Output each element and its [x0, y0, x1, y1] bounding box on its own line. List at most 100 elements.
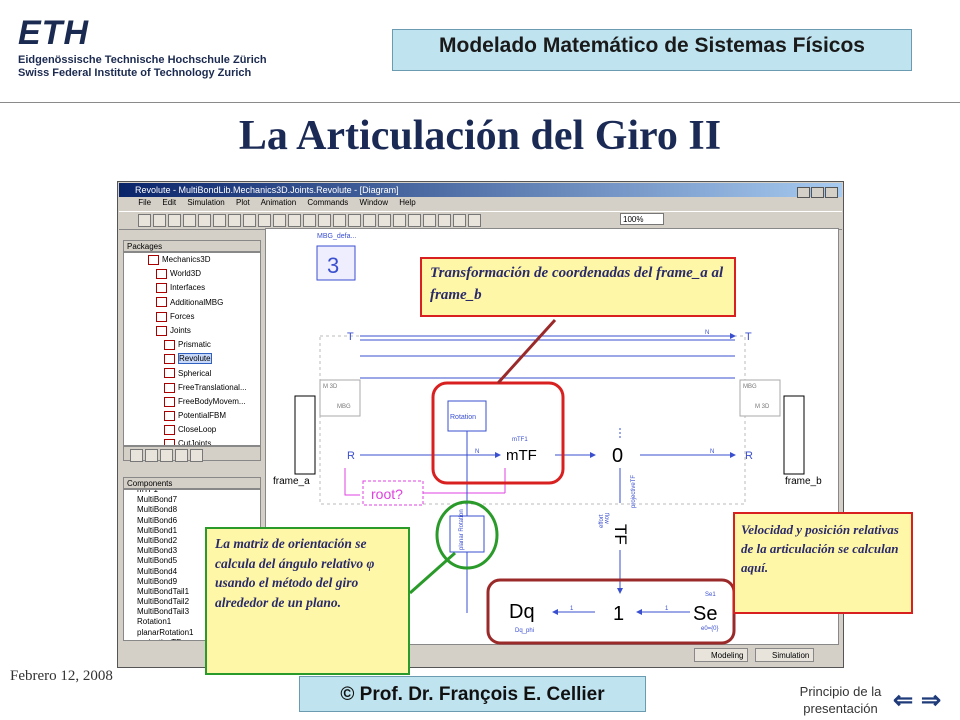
nav-back-arrow[interactable]: ⇐ [893, 686, 913, 715]
package-icon [156, 297, 167, 308]
institution-line-1: Eidgenössische Technische Hochschule Zür… [18, 54, 267, 66]
ellipse-icon[interactable] [258, 214, 272, 227]
line-color-icon[interactable] [318, 214, 332, 227]
close-icon[interactable] [825, 187, 838, 198]
svg-text:N: N [475, 449, 479, 455]
menu-window[interactable]: Window [360, 198, 388, 207]
callout-orientation-matrix: La matriz de orientación se calcula del … [205, 527, 410, 675]
frame-b-connector[interactable] [783, 395, 805, 475]
menu-plot[interactable]: Plot [236, 198, 250, 207]
package-icon [156, 283, 167, 294]
up-icon[interactable] [190, 449, 203, 462]
dq-element[interactable]: Dq [509, 601, 535, 623]
package-item[interactable]: Prismatic [148, 338, 260, 352]
help-icon[interactable] [198, 214, 212, 227]
mbg-defaults-number: 3 [327, 253, 339, 278]
tab-modeling[interactable]: Modeling [694, 648, 749, 662]
tree-icon[interactable] [130, 449, 143, 462]
packages-tree[interactable]: Mechanics3D World3D Interfaces AdditionalMB… [123, 252, 261, 446]
forward-icon[interactable] [175, 449, 188, 462]
package-icon [156, 269, 167, 280]
diagram-layer-icon[interactable] [438, 214, 452, 227]
package-item[interactable]: Interfaces [148, 281, 260, 295]
svg-text:N: N [705, 330, 709, 336]
svg-text:N: N [710, 449, 714, 455]
one-junction[interactable]: 1 [613, 603, 624, 625]
package-item[interactable]: AdditionalMBG [148, 296, 260, 310]
package-item[interactable]: FreeTranslational... [148, 381, 260, 395]
component-item[interactable]: MultiBond7 [137, 495, 260, 505]
component-icon[interactable] [378, 214, 392, 227]
svg-text:MBG: MBG [337, 404, 351, 410]
maximize-icon[interactable] [811, 187, 824, 198]
tf-element[interactable]: TF [611, 524, 630, 545]
zero-junction[interactable]: 0 [612, 445, 623, 467]
svg-text:Dq_phi: Dq_phi [515, 628, 534, 634]
package-item[interactable]: Revolute [148, 352, 260, 366]
package-item[interactable]: Forces [148, 310, 260, 324]
svg-text:MBG: MBG [743, 384, 757, 390]
icon-layer-icon[interactable] [423, 214, 437, 227]
window-controls[interactable] [797, 185, 839, 198]
svg-text:1: 1 [665, 606, 669, 612]
open-icon[interactable] [153, 214, 167, 227]
tab-simulation[interactable]: Simulation [755, 648, 815, 662]
component-item[interactable]: MultiBond8 [137, 505, 260, 515]
frame-a-label: frame_a [273, 476, 310, 487]
package-icon [164, 425, 175, 436]
root-label: root? [371, 486, 403, 502]
menu-animation[interactable]: Animation [261, 198, 297, 207]
start-presentation-link[interactable]: Principio de la presentación [793, 683, 888, 717]
text-layer-icon[interactable] [468, 214, 482, 227]
footer-date: Febrero 12, 2008 [10, 668, 113, 684]
minimize-icon[interactable] [797, 187, 810, 198]
R-label-left: R [347, 450, 355, 462]
nav-forward-arrow[interactable]: ⇒ [921, 686, 941, 715]
new-icon[interactable] [138, 214, 152, 227]
package-item[interactable]: FreeBodyMovem... [148, 395, 260, 409]
rotation-highlight [431, 381, 565, 485]
menu-simulation[interactable]: Simulation [187, 198, 224, 207]
grid-view-icon[interactable] [145, 449, 158, 462]
package-icon [164, 382, 175, 393]
menu-commands[interactable]: Commands [307, 198, 348, 207]
check-icon[interactable] [363, 214, 377, 227]
back-icon[interactable] [393, 214, 407, 227]
save-icon[interactable] [168, 214, 182, 227]
back-icon[interactable] [160, 449, 173, 462]
package-icon [164, 439, 175, 445]
menu-file[interactable]: File [138, 198, 151, 207]
svg-text:Se1: Se1 [705, 592, 716, 598]
planar-rotation-block[interactable] [449, 515, 485, 553]
search-icon[interactable] [183, 214, 197, 227]
text-icon[interactable] [288, 214, 302, 227]
component-item[interactable]: MultiBond6 [137, 516, 260, 526]
doc-layer-icon[interactable] [453, 214, 467, 227]
arrow-icon[interactable] [213, 214, 227, 227]
menu-help[interactable]: Help [399, 198, 415, 207]
package-item[interactable]: Joints [148, 324, 260, 338]
grid-icon[interactable] [348, 214, 362, 227]
package-item[interactable]: CutJoints [148, 437, 260, 445]
course-title: Modelado Matemático de Sistemas Físicos [439, 34, 865, 57]
package-item[interactable]: Mechanics3D [148, 253, 260, 267]
package-item[interactable]: World3D [148, 267, 260, 281]
zoom-select[interactable]: 100% [620, 213, 664, 225]
package-icon [148, 254, 159, 265]
R-label-right: R [745, 450, 753, 462]
package-item[interactable]: PotentialFBM [148, 409, 260, 423]
rectangle-icon[interactable] [243, 214, 257, 227]
frame-a-connector[interactable] [294, 395, 316, 475]
polygon-icon[interactable] [273, 214, 287, 227]
packages-toolbar [123, 446, 261, 462]
package-item[interactable]: Spherical [148, 367, 260, 381]
components-header: Components [123, 477, 261, 489]
bitmap-icon[interactable] [303, 214, 317, 227]
se-element[interactable]: Se [693, 603, 717, 625]
line-icon[interactable] [228, 214, 242, 227]
menu-edit[interactable]: Edit [162, 198, 176, 207]
mtf-element[interactable]: mTF [506, 447, 537, 464]
fill-color-icon[interactable] [333, 214, 347, 227]
package-item[interactable]: CloseLoop [148, 423, 260, 437]
forward-icon[interactable] [408, 214, 422, 227]
